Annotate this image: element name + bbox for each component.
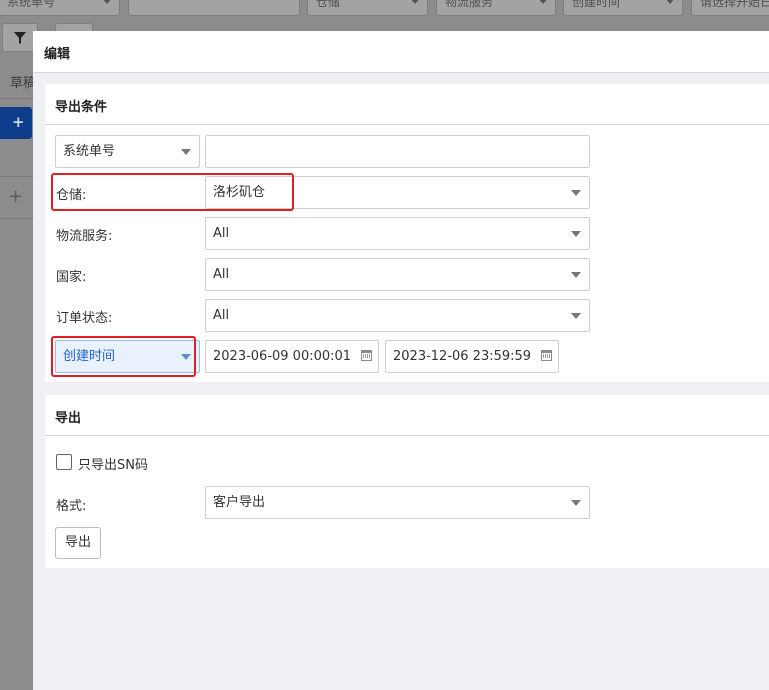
- bg-divider: [0, 218, 33, 219]
- calendar-icon[interactable]: [541, 350, 552, 361]
- logistics-label: 物流服务:: [56, 229, 113, 244]
- bg-filter-start-date: 请选择开始日: [691, 0, 769, 16]
- modal-header: 编辑: [33, 31, 769, 73]
- chevron-down-icon: [410, 0, 420, 4]
- bg-filter-input: [128, 0, 300, 16]
- start-date-input[interactable]: 2023-06-09 00:00:01: [205, 340, 379, 373]
- bg-divider: [0, 176, 33, 177]
- modal-title: 编辑: [44, 47, 71, 62]
- select-value: All: [213, 267, 230, 282]
- bg-filter-date-type: 创建时间: [563, 0, 683, 16]
- bg-filter-label: 系统单号: [7, 0, 56, 9]
- edit-modal: 编辑 导出条件 系统单号 仓储: 洛杉矶仓 物流服务: All 国家: All: [33, 31, 769, 690]
- format-label: 格式:: [56, 499, 87, 514]
- bg-filter-warehouse: 仓储: [307, 0, 428, 16]
- calendar-icon[interactable]: [361, 350, 372, 361]
- chevron-down-icon: [571, 272, 581, 278]
- chevron-down-icon: [571, 500, 581, 506]
- chevron-down-icon: [538, 0, 548, 4]
- bg-add-button: +: [0, 107, 32, 139]
- select-value: All: [213, 226, 230, 241]
- highlight-box-date-type: [51, 336, 196, 377]
- highlight-box-warehouse: [51, 173, 294, 211]
- panel-title: 导出条件: [55, 100, 108, 115]
- bg-filter-label: 仓储: [316, 0, 341, 9]
- export-conditions-panel: 导出条件 系统单号 仓储: 洛杉矶仓 物流服务: All 国家: All 订单状…: [45, 84, 769, 382]
- bg-filter-label: 请选择开始日: [700, 0, 769, 9]
- bg-filter-label: 创建时间: [572, 0, 621, 9]
- bg-divider: [0, 98, 33, 99]
- chevron-down-icon: [571, 231, 581, 237]
- panel-divider: [45, 124, 769, 125]
- sn-only-label: 只导出SN码: [78, 458, 148, 473]
- select-value: 客户导出: [213, 495, 266, 510]
- panel-title: 导出: [55, 411, 82, 426]
- select-value: All: [213, 308, 230, 323]
- chevron-down-icon: [665, 0, 675, 4]
- chevron-down-icon: [571, 313, 581, 319]
- input-value: 2023-12-06 23:59:59: [393, 349, 532, 364]
- chevron-down-icon: [181, 149, 191, 155]
- sn-only-checkbox[interactable]: [56, 454, 72, 470]
- filter-icon: [14, 32, 26, 44]
- end-date-input[interactable]: 2023-12-06 23:59:59: [385, 340, 559, 373]
- chevron-down-icon: [571, 190, 581, 196]
- export-button[interactable]: 导出: [55, 527, 101, 559]
- search-type-select[interactable]: 系统单号: [55, 135, 200, 168]
- export-panel: 导出 只导出SN码 格式: 客户导出 导出: [45, 395, 769, 568]
- select-value: 系统单号: [63, 144, 116, 159]
- bg-filter-logistics: 物流服务: [436, 0, 556, 16]
- order-status-select[interactable]: All: [205, 299, 590, 332]
- order-status-label: 订单状态:: [56, 311, 113, 326]
- logistics-select[interactable]: All: [205, 217, 590, 250]
- chevron-down-icon: [102, 0, 112, 4]
- search-input[interactable]: [205, 135, 590, 168]
- country-select[interactable]: All: [205, 258, 590, 291]
- plus-icon: +: [12, 113, 25, 131]
- country-label: 国家:: [56, 270, 87, 285]
- bg-filter-order-type: 系统单号: [0, 0, 120, 16]
- format-select[interactable]: 客户导出: [205, 486, 590, 519]
- input-value: 2023-06-09 00:00:01: [213, 349, 352, 364]
- plus-icon: +: [8, 186, 24, 207]
- bg-filter-label: 物流服务: [445, 0, 494, 9]
- panel-divider: [45, 435, 769, 436]
